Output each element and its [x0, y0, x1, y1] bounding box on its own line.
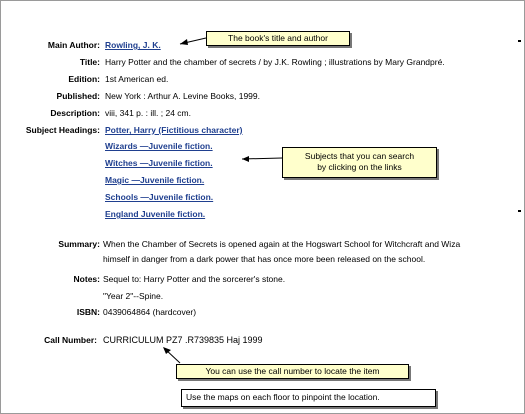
callout-arrows: [163, 37, 283, 364]
callout-maps: Use the maps on each floor to pinpoint t…: [181, 389, 436, 407]
callout-subjects: Subjects that you can search by clicking…: [282, 147, 437, 178]
callout-call-number: You can use the call number to locate th…: [176, 364, 409, 379]
callout-title-author-text: The book's title and author: [228, 33, 328, 43]
callout-call-number-text: You can use the call number to locate th…: [205, 366, 380, 376]
callout-maps-text: Use the maps on each floor to pinpoint t…: [186, 392, 380, 402]
callout-subjects-line-2: by clicking on the links: [317, 162, 402, 172]
callout-subjects-line-1: Subjects that you can search: [304, 151, 415, 161]
callout-title-author: The book's title and author: [206, 31, 350, 46]
callout-arrowhead: [180, 39, 188, 45]
callout-arrowhead: [242, 156, 249, 162]
